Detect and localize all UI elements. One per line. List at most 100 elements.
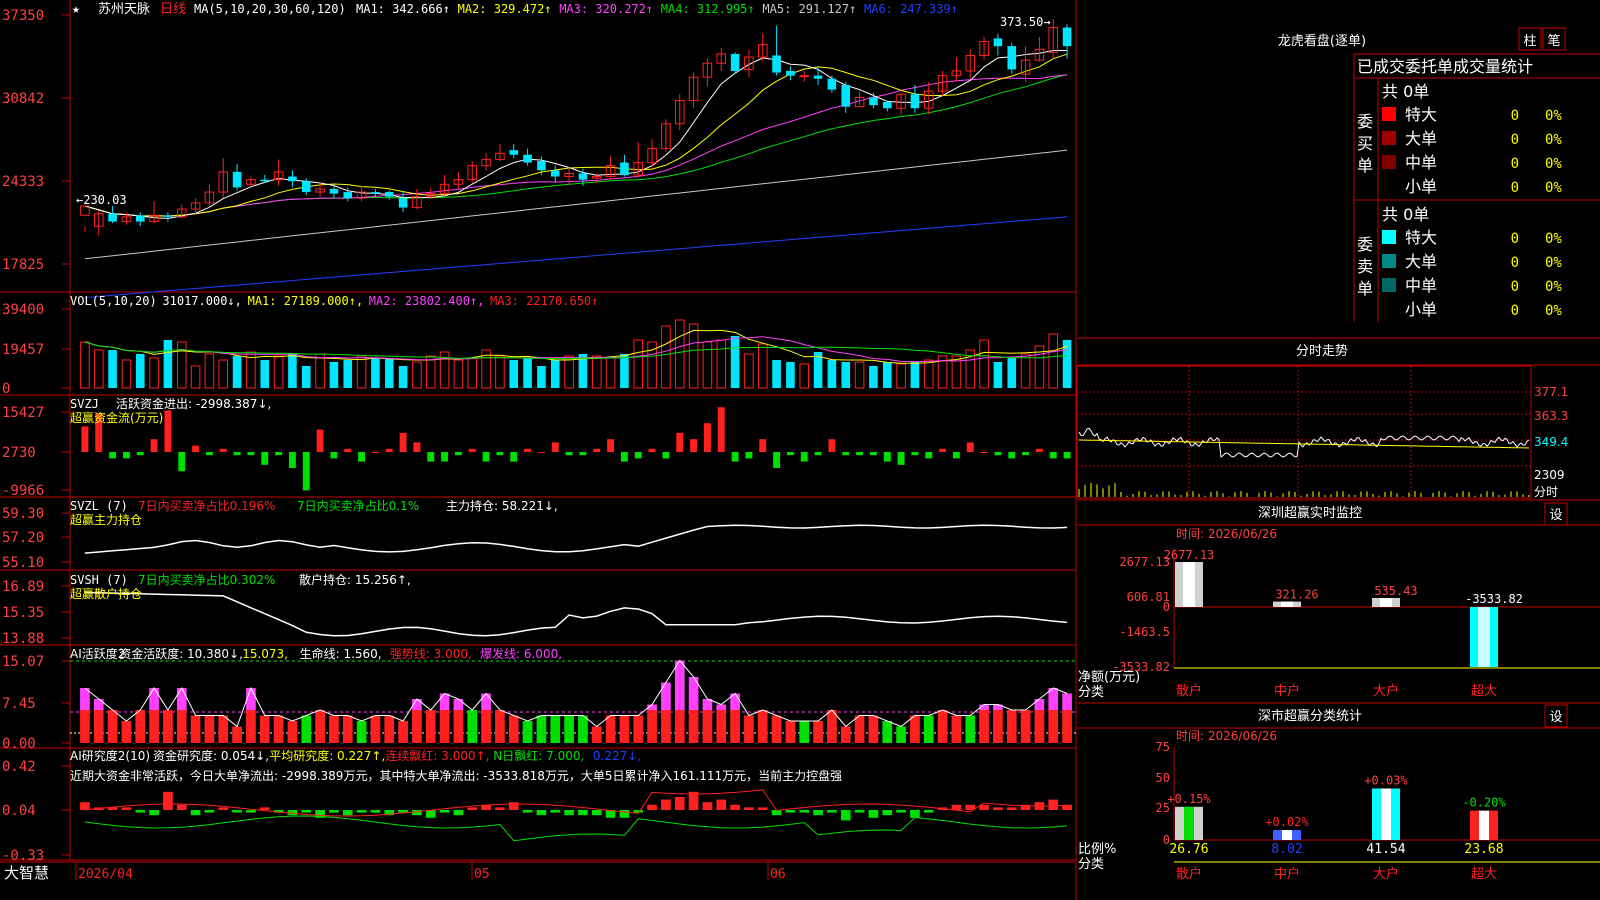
date-tick-label: 2026/04: [78, 867, 133, 882]
fund-flow-bar: [800, 452, 808, 462]
classify-change-label: -0.20%: [1462, 796, 1506, 810]
fund-flow-bar: [371, 452, 379, 453]
fund-flow-bar: [966, 442, 974, 452]
svsh-title: SVSH (7): [70, 573, 128, 587]
ai2-legend-item: AI研究度2(10): [70, 748, 150, 763]
research-bar: [896, 810, 906, 813]
research-bar: [149, 810, 159, 816]
fund-flow-bar: [911, 452, 919, 456]
candle-body-down: [288, 176, 297, 182]
svzj-title: SVZJ: [70, 397, 99, 411]
activity-bar: [674, 710, 685, 743]
bar-mode-label: 柱: [1523, 34, 1536, 49]
fund-flow-bar: [1035, 448, 1043, 452]
intraday-axis-label: 377.1: [1534, 385, 1568, 399]
candle-body-down: [827, 78, 837, 90]
activity-bar: [661, 710, 671, 743]
candle-body-down: [398, 198, 408, 208]
volume-bar-down: [910, 362, 920, 388]
monitor-xlabel: 分类: [1078, 685, 1104, 700]
activity-bar: [384, 715, 395, 743]
fund-flow-bar: [717, 407, 725, 452]
candle-body-down: [301, 181, 311, 193]
svzl-subtitle: 超赢主力持仓: [70, 512, 142, 527]
activity-bar: [785, 721, 796, 743]
research-bar: [356, 810, 367, 813]
activity-bar: [1020, 710, 1031, 743]
intraday-title: 分时走势: [1296, 343, 1348, 359]
research-bar: [329, 810, 339, 813]
fund-flow-bar: [233, 452, 241, 456]
activity-bar: [965, 715, 976, 743]
activity-bar: [370, 715, 381, 743]
fund-flow-bar: [593, 448, 601, 452]
stock-name: 苏州天脉: [98, 1, 150, 17]
fund-flow-bar: [524, 448, 532, 452]
research-bar: [910, 810, 920, 818]
price-tick-label: 37350: [2, 8, 44, 24]
research-bar: [1048, 799, 1059, 810]
research-bar: [578, 810, 588, 816]
fund-flow-bar: [150, 439, 158, 452]
sell-swatch: [1382, 254, 1396, 268]
fund-flow-bar: [482, 452, 490, 462]
activity-bar: [536, 715, 547, 743]
buy-row-percent: 0%: [1545, 132, 1562, 148]
candle-body-down: [910, 94, 920, 109]
candle-body-down: [1007, 46, 1017, 70]
fund-flow-bar: [607, 439, 615, 452]
research-bar: [951, 804, 962, 810]
date-tick-label: 06: [770, 867, 786, 882]
fund-flow-bar: [925, 452, 933, 459]
research-bar: [425, 810, 436, 818]
fund-flow-bar: [883, 452, 891, 462]
volume-bar-down: [772, 360, 781, 388]
ai-legend-item: 爆发线: 6.000,: [480, 646, 562, 661]
activity-bar-high: [149, 688, 159, 710]
volume-bar-down: [398, 366, 408, 388]
sell-row-percent: 0%: [1545, 255, 1562, 271]
activity-bar: [204, 715, 215, 743]
fund-flow-bar: [288, 452, 296, 468]
svsh-tick-label: 15.35: [2, 605, 44, 621]
classify-change-label: +0.15%: [1167, 792, 1211, 806]
activity-bar: [232, 726, 242, 743]
research-bar: [785, 810, 796, 813]
volume-bar-down: [1007, 358, 1017, 388]
fund-flow-bar: [676, 432, 684, 452]
research-bar: [799, 810, 810, 813]
ai-tick-label: 15.07: [2, 654, 44, 670]
svzj-tick-label: 2730: [2, 445, 36, 461]
activity-bar: [688, 710, 699, 743]
fund-flow-bar: [427, 452, 435, 462]
sell-row-name: 特大: [1405, 228, 1437, 247]
ai2-legend-item: 0.227↓,: [593, 749, 641, 763]
svzj-value: 活跃资金进出: -2998.387↓,: [116, 396, 271, 411]
activity-bar: [412, 710, 422, 743]
activity-bar: [923, 715, 934, 743]
favorite-star-icon[interactable]: ★: [72, 2, 80, 17]
ma6-value: MA6: 247.339↑: [864, 2, 958, 16]
candle-body-down: [813, 75, 823, 79]
fund-flow-bar: [247, 452, 255, 456]
ma1-value: MA1: 342.666↑: [356, 2, 450, 16]
activity-bar: [937, 710, 948, 743]
candle-body-up: [799, 75, 810, 78]
activity-bar-high: [716, 704, 727, 710]
price-tick-label: 30842: [2, 91, 44, 107]
activity-bar: [495, 710, 505, 743]
research-bar: [564, 810, 574, 816]
activity-bar: [979, 710, 989, 743]
volume-bar-down: [869, 366, 878, 388]
pen-mode-label: 笔: [1547, 33, 1560, 49]
activity-bar: [342, 715, 353, 743]
fund-flow-bar: [81, 426, 89, 452]
ai2-legend-item: 资金研究度: 0.054↓,: [153, 748, 269, 763]
monitor-time: 时间: 2026/06/26: [1176, 527, 1277, 541]
monitor-bar-highlight: [1281, 601, 1293, 607]
research-bar: [744, 807, 754, 810]
activity-bar: [1006, 710, 1017, 743]
fund-flow-bar: [1008, 452, 1016, 459]
volume-bar-down: [371, 358, 380, 388]
ai-legend-item: 资金活跃度: 10.380↓,: [119, 646, 243, 661]
